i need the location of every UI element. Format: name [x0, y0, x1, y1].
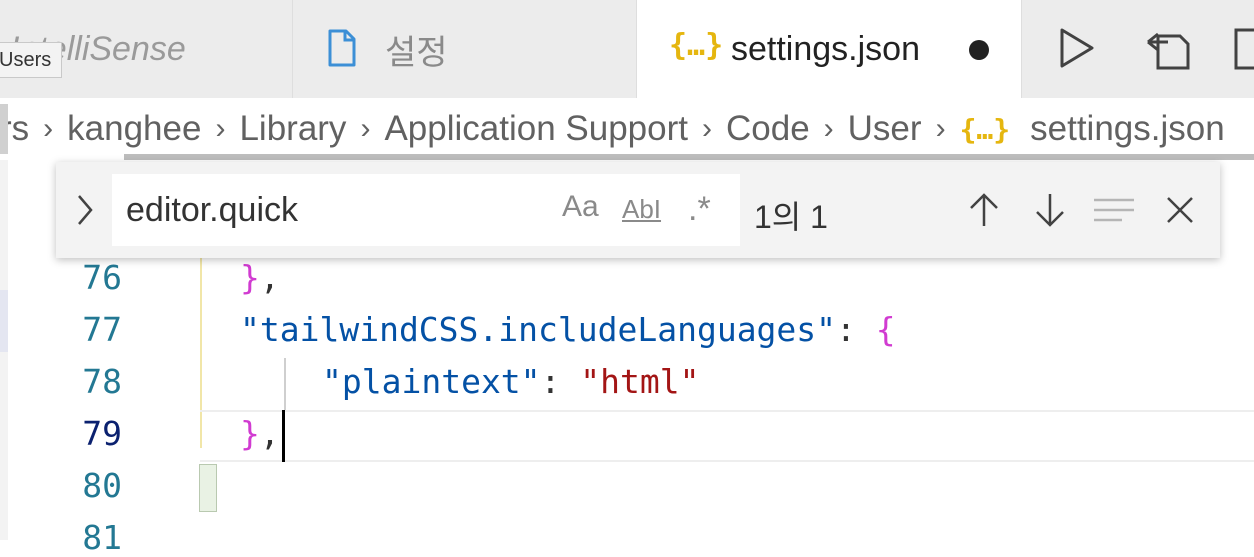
- line-number: 81: [82, 518, 122, 557]
- line-number: 78: [82, 362, 122, 401]
- close-icon[interactable]: [1164, 190, 1196, 235]
- tab-settings-ui[interactable]: 설정: [293, 0, 637, 98]
- tab-label: settings.json: [731, 29, 920, 68]
- chevron-right-icon: ›: [935, 112, 946, 145]
- code-line: },: [240, 258, 280, 297]
- json-key: "plaintext": [322, 362, 541, 401]
- run-icon[interactable]: [1056, 26, 1096, 75]
- chevron-right-icon: ›: [215, 112, 226, 145]
- line-number: 80: [82, 466, 122, 505]
- json-key: "tailwindCSS.includeLanguages": [240, 310, 837, 349]
- bracket: }: [240, 414, 260, 453]
- code-line: "tailwindCSS.includeLanguages": {: [240, 310, 896, 349]
- bracket-match-highlight: [199, 464, 217, 512]
- sash[interactable]: [0, 104, 8, 154]
- chevron-right-icon: ›: [823, 112, 834, 145]
- punctuation: ,: [259, 258, 280, 297]
- chevron-right-icon: ›: [701, 112, 712, 145]
- editor[interactable]: 76 77 78 79 80 81 }, "tailwindCSS.includ…: [0, 258, 1254, 557]
- current-line-highlight: [200, 410, 1254, 462]
- unsaved-dot-icon[interactable]: [969, 40, 989, 60]
- breadcrumb-file[interactable]: settings.json: [1030, 109, 1225, 149]
- breadcrumb-item[interactable]: Code: [726, 109, 810, 149]
- code-line: },: [240, 414, 280, 453]
- punctuation: :: [836, 310, 876, 349]
- chevron-right-icon: ›: [360, 112, 371, 145]
- whole-word-toggle[interactable]: AbI: [622, 194, 661, 225]
- punctuation: ,: [259, 414, 280, 453]
- tab-settings-json[interactable]: {…} settings.json: [637, 0, 1022, 98]
- arrow-up-icon[interactable]: [966, 190, 1002, 235]
- line-number: 76: [82, 258, 122, 297]
- split-editor-icon[interactable]: [1234, 26, 1254, 77]
- punctuation: :: [540, 362, 581, 401]
- file-icon: [327, 29, 357, 72]
- json-icon: {…}: [959, 112, 1011, 146]
- breadcrumb: rs › kanghee › Library › Application Sup…: [0, 98, 1254, 160]
- line-number: 79: [82, 414, 122, 453]
- find-in-selection-icon[interactable]: [1092, 190, 1136, 235]
- line-number: 77: [82, 310, 122, 349]
- find-widget: editor.quick Aa AbI .* 1의 1: [56, 162, 1220, 258]
- scroll-shadow: [124, 154, 1254, 160]
- match-count: 1의 1: [754, 199, 828, 235]
- toggle-replace-chevron-icon[interactable]: [74, 192, 96, 233]
- tooltip: Users: [0, 42, 62, 78]
- regex-toggle[interactable]: .*: [688, 190, 711, 229]
- breadcrumb-item[interactable]: kanghee: [67, 109, 201, 149]
- editor-actions: [1022, 0, 1254, 98]
- text-cursor: [282, 410, 285, 462]
- breadcrumb-item[interactable]: Application Support: [384, 109, 688, 149]
- bracket: }: [240, 258, 260, 297]
- tab-bar: IntelliSense 설정 {…} settings.json Users: [0, 0, 1254, 98]
- match-case-toggle[interactable]: Aa: [562, 190, 599, 224]
- breadcrumb-item[interactable]: User: [848, 109, 922, 149]
- json-string: "html": [580, 362, 700, 401]
- breadcrumb-item[interactable]: Library: [239, 109, 346, 149]
- json-icon: {…}: [669, 28, 724, 63]
- open-changes-icon[interactable]: [1144, 26, 1192, 77]
- code-line: "plaintext": "html": [322, 362, 700, 401]
- chevron-right-icon: ›: [43, 112, 54, 145]
- tab-label: 설정: [385, 33, 448, 72]
- bracket: {: [875, 310, 896, 349]
- arrow-down-icon[interactable]: [1032, 190, 1068, 235]
- indent-guide: [284, 358, 286, 410]
